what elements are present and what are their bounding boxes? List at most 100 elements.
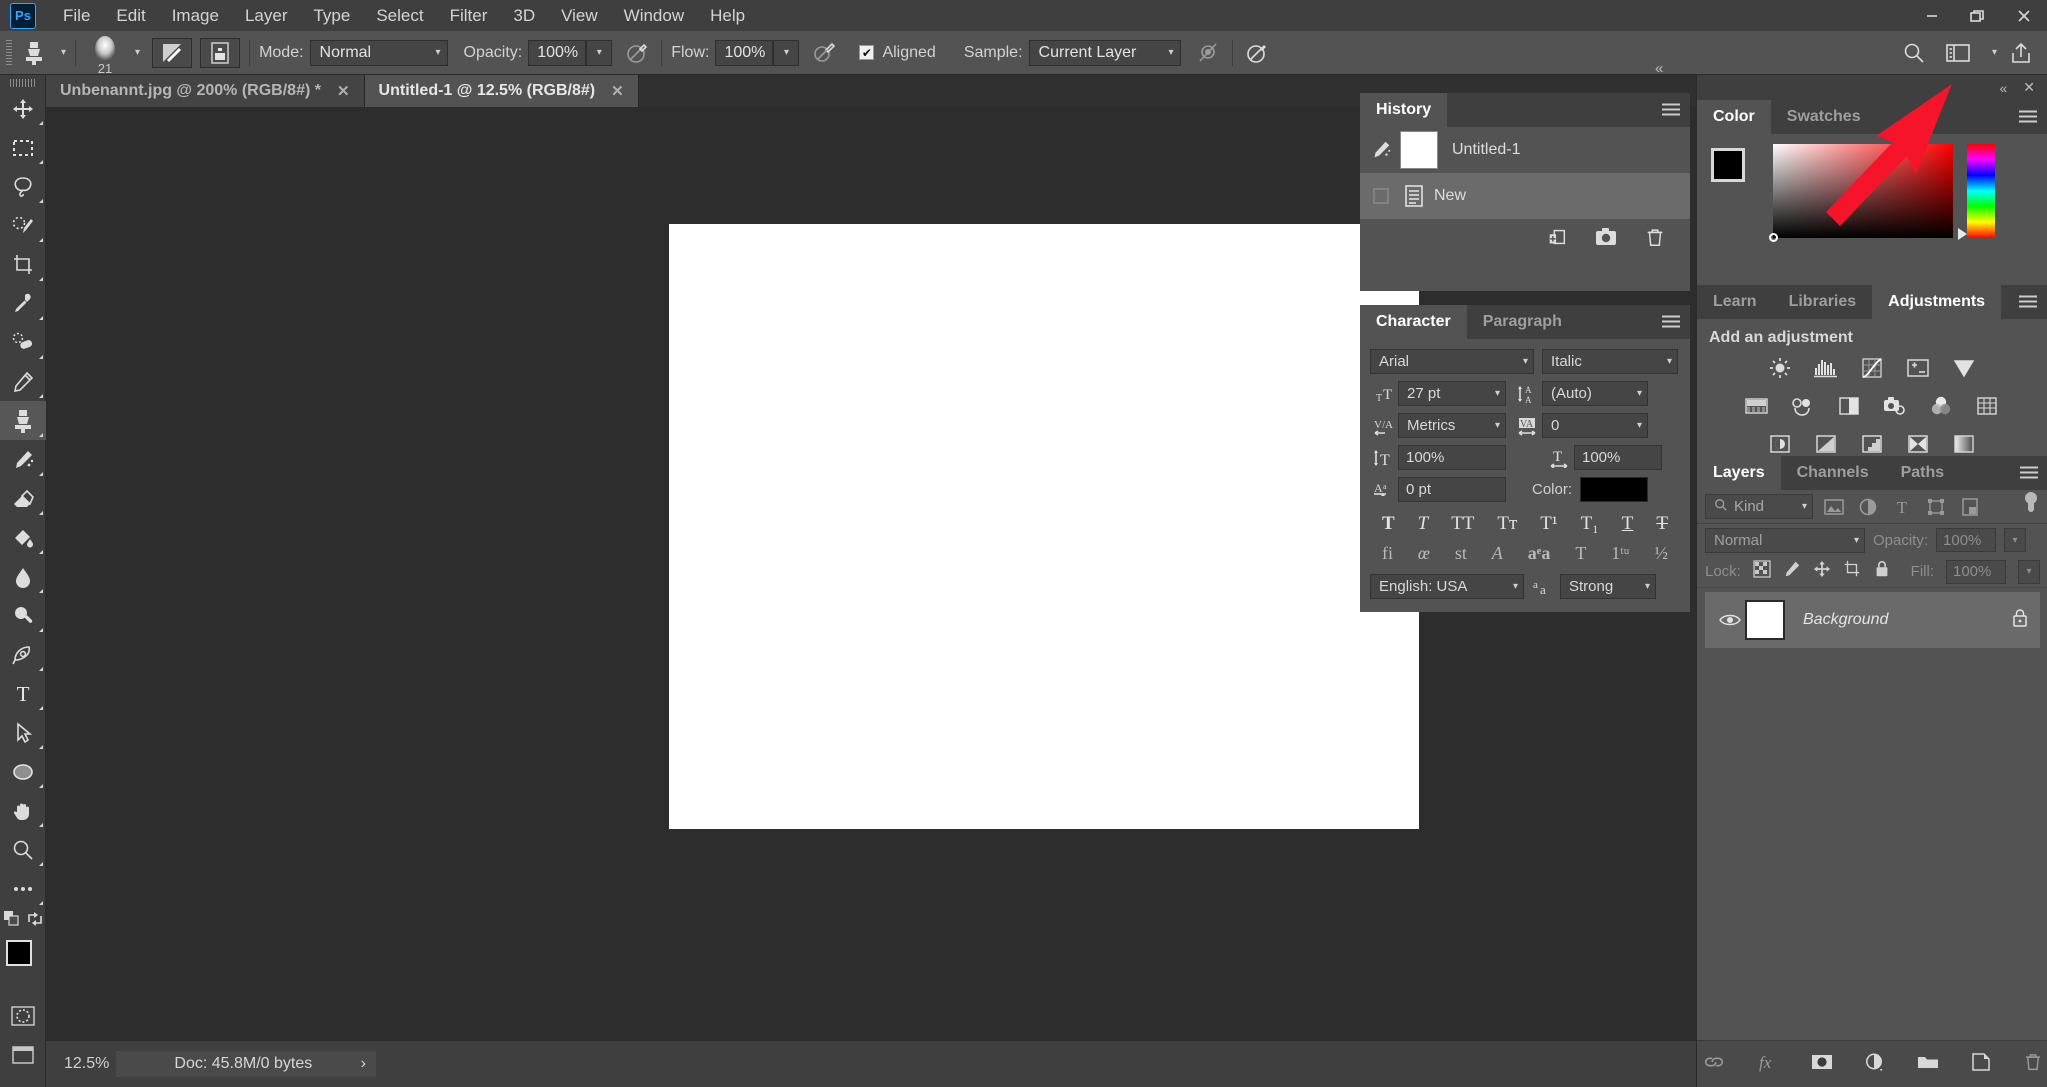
tab-color[interactable]: Color xyxy=(1697,100,1771,134)
document-tab-unbenannt[interactable]: Unbenannt.jpg @ 200% (RGB/8#) * ✕ xyxy=(46,75,365,107)
brush-settings-panel-button[interactable] xyxy=(152,37,193,68)
small-caps-button[interactable]: Tᴛ xyxy=(1497,513,1517,535)
new-adjustment-layer-icon[interactable] xyxy=(1864,1052,1886,1077)
ignore-adjustment-layers-icon[interactable] xyxy=(1193,38,1223,68)
anti-aliasing-select[interactable]: Strong ▾ xyxy=(1560,574,1656,599)
new-layer-icon[interactable] xyxy=(1970,1052,1992,1077)
color-field[interactable] xyxy=(1769,144,1953,242)
lasso-tool[interactable] xyxy=(0,167,46,206)
delete-layer-icon[interactable] xyxy=(2022,1051,2044,1077)
airbrush-icon[interactable] xyxy=(809,38,839,68)
collapse-right-dock-icon[interactable]: « xyxy=(1999,80,2007,96)
curves-icon[interactable] xyxy=(1859,355,1885,381)
flow-input[interactable]: 100% xyxy=(715,39,774,66)
history-state-row[interactable]: New xyxy=(1360,173,1690,219)
standard-ligatures-button[interactable]: fi xyxy=(1382,543,1393,564)
zoom-level[interactable]: 12.5% xyxy=(46,1055,116,1073)
threshold-icon[interactable] xyxy=(1859,431,1885,457)
panel-menu-icon[interactable] xyxy=(1662,315,1680,329)
swap-colors-icon[interactable] xyxy=(26,910,44,933)
flow-stepper[interactable]: ▾ xyxy=(773,39,800,66)
faux-italic-button[interactable]: T xyxy=(1418,513,1429,535)
document-canvas[interactable] xyxy=(669,224,1419,829)
swash-button[interactable]: A xyxy=(1492,543,1503,564)
toolbar-grip[interactable] xyxy=(10,79,35,87)
minimize-button[interactable] xyxy=(1909,0,1955,31)
gradient-map-icon[interactable] xyxy=(1951,431,1977,457)
menu-type[interactable]: Type xyxy=(300,1,363,31)
document-info-expand-icon[interactable]: › xyxy=(361,1055,366,1073)
panel-menu-icon[interactable] xyxy=(2019,295,2037,309)
ordinals-button[interactable]: T xyxy=(1575,543,1586,564)
hue-slider-marker[interactable] xyxy=(1958,228,1967,240)
tab-swatches[interactable]: Swatches xyxy=(1770,100,1877,134)
crop-tool[interactable] xyxy=(0,245,46,284)
filter-pixel-icon[interactable] xyxy=(1821,495,1847,519)
font-style-select[interactable]: Italic ▾ xyxy=(1542,349,1678,374)
filter-adjustment-icon[interactable] xyxy=(1855,495,1881,519)
filter-toggle-switch[interactable] xyxy=(2022,491,2040,522)
horizontal-scale-input[interactable]: 100% xyxy=(1574,445,1662,470)
tab-paragraph[interactable]: Paragraph xyxy=(1466,305,1578,339)
menu-layer[interactable]: Layer xyxy=(232,1,301,31)
close-button[interactable] xyxy=(2001,0,2047,31)
tab-layers[interactable]: Layers xyxy=(1697,456,1781,490)
menu-3d[interactable]: 3D xyxy=(500,1,548,31)
superscript-button[interactable]: T¹ xyxy=(1540,513,1557,535)
menu-select[interactable]: Select xyxy=(363,1,436,31)
eraser-tool[interactable] xyxy=(0,479,46,518)
tab-paths[interactable]: Paths xyxy=(1884,456,1961,490)
rectangular-marquee-tool[interactable] xyxy=(0,128,46,167)
blend-mode-select[interactable]: Normal ▾ xyxy=(1705,527,1865,553)
quick-mask-mode-icon[interactable] xyxy=(0,996,46,1035)
layer-visibility-icon[interactable] xyxy=(1715,612,1745,628)
panel-menu-icon[interactable] xyxy=(2019,110,2037,124)
subscript-button[interactable]: T₁ xyxy=(1581,513,1599,535)
color-field-marker[interactable] xyxy=(1769,233,1778,242)
layer-opacity-stepper[interactable]: ▾ xyxy=(2004,528,2027,552)
font-family-select[interactable]: Arial ▾ xyxy=(1370,349,1534,374)
baseline-shift-input[interactable]: 0 pt xyxy=(1398,477,1506,502)
text-color-swatch[interactable] xyxy=(1580,477,1649,502)
all-caps-button[interactable]: TT xyxy=(1451,513,1474,535)
new-group-icon[interactable] xyxy=(1916,1052,1940,1077)
opacity-input[interactable]: 100% xyxy=(528,39,587,66)
opacity-stepper[interactable]: ▾ xyxy=(586,39,613,66)
panel-menu-icon[interactable] xyxy=(2020,466,2038,480)
discretionary-ligatures-button[interactable]: st xyxy=(1455,543,1467,564)
pen-tool[interactable] xyxy=(0,635,46,674)
clone-stamp-icon[interactable] xyxy=(17,38,51,68)
lock-all-icon[interactable] xyxy=(1873,560,1891,583)
channel-mixer-icon[interactable] xyxy=(1928,393,1954,419)
tab-history[interactable]: History xyxy=(1360,93,1448,127)
brush-preset-chevron-icon[interactable]: ▾ xyxy=(135,47,140,58)
tab-channels[interactable]: Channels xyxy=(1780,456,1885,490)
brush-tool[interactable] xyxy=(0,362,46,401)
clone-stamp-tool[interactable] xyxy=(0,401,46,440)
tracking-select[interactable]: 0 ▾ xyxy=(1542,413,1648,438)
search-icon[interactable] xyxy=(1894,36,1934,70)
panel-menu-icon[interactable] xyxy=(1662,103,1680,117)
edit-toolbar-tool[interactable] xyxy=(0,869,46,908)
brightness-contrast-icon[interactable] xyxy=(1767,355,1793,381)
history-brush-checkbox[interactable] xyxy=(1368,188,1394,204)
history-brush-tool[interactable] xyxy=(0,440,46,479)
titling-alternates-button[interactable]: aͤa xyxy=(1528,543,1551,564)
eyedropper-tool[interactable] xyxy=(0,284,46,323)
tab-learn[interactable]: Learn xyxy=(1697,285,1773,319)
add-layer-mask-icon[interactable] xyxy=(1810,1052,1834,1077)
share-icon[interactable] xyxy=(2001,36,2041,70)
black-white-icon[interactable] xyxy=(1836,393,1862,419)
menu-help[interactable]: Help xyxy=(697,1,758,31)
horizontal-type-tool[interactable]: T xyxy=(0,674,46,713)
aligned-checkbox[interactable]: ✔ xyxy=(859,45,875,60)
blur-tool[interactable] xyxy=(0,557,46,596)
link-layers-icon[interactable] xyxy=(1702,1053,1726,1076)
close-icon[interactable]: ✕ xyxy=(611,82,624,100)
language-select[interactable]: English: USA ▾ xyxy=(1370,574,1524,599)
options-bar-grip[interactable] xyxy=(6,39,12,66)
tab-adjustments[interactable]: Adjustments xyxy=(1872,285,2002,319)
stylistic-alternates-button[interactable]: 1ᵗᵘ xyxy=(1611,543,1629,564)
menu-view[interactable]: View xyxy=(548,1,611,31)
contextual-alternates-button[interactable]: œ xyxy=(1418,543,1430,564)
